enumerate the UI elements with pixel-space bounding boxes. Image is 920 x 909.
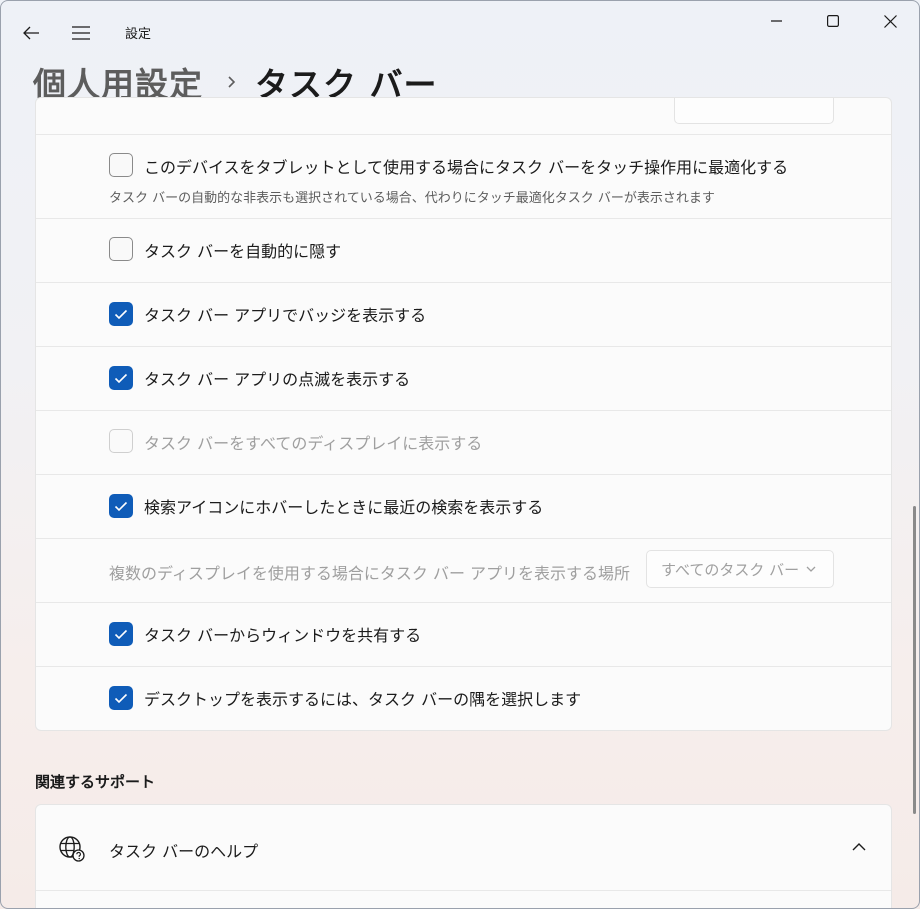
recent-searches-label: 検索アイコンにホバーしたときに最近の検索を表示する [144, 498, 544, 517]
previous-setting-dropdown[interactable] [674, 98, 834, 124]
maximize-icon [827, 15, 839, 27]
navigation-menu-button[interactable] [61, 13, 101, 53]
multi-display-dropdown: すべてのタスク バー [646, 550, 834, 588]
checkmark-icon [114, 309, 128, 319]
related-support-panel: タスク バーのヘルプ [35, 804, 892, 908]
breadcrumb-separator-icon [227, 74, 237, 90]
checkmark-icon [114, 693, 128, 703]
multi-display-label: 複数のディスプレイを使用する場合にタスク バー アプリを表示する場所 [109, 564, 631, 583]
setting-row-auto-hide: タスク バーを自動的に隠す [36, 218, 891, 283]
taskbar-behaviors-panel: このデバイスをタブレットとして使用する場合にタスク バーをタッチ操作用に最適化す… [35, 97, 892, 731]
setting-row-flashing: タスク バー アプリの点滅を表示する [36, 346, 891, 411]
tablet-optimize-checkbox[interactable] [109, 153, 133, 177]
chevron-up-icon[interactable] [851, 839, 867, 855]
setting-row-tablet-optimize: このデバイスをタブレットとして使用する場合にタスク バーをタッチ操作用に最適化す… [36, 134, 891, 219]
all-displays-checkbox [109, 429, 133, 453]
chevron-down-icon [806, 566, 816, 572]
close-icon [883, 14, 897, 28]
auto-hide-checkbox[interactable] [109, 237, 133, 261]
maximize-button[interactable] [805, 1, 861, 41]
badges-label: タスク バー アプリでバッジを表示する [144, 306, 427, 325]
setting-row-share-window: タスク バーからウィンドウを共有する [36, 602, 891, 667]
setting-row-all-displays: タスク バーをすべてのディスプレイに表示する [36, 410, 891, 475]
all-displays-label: タスク バーをすべてのディスプレイに表示する [144, 434, 483, 453]
tablet-optimize-description: タスク バーの自動的な非表示も選択されている場合、代わりにタッチ最適化タスク バ… [109, 191, 715, 206]
taskbar-help-label: タスク バーのヘルプ [109, 842, 259, 861]
show-desktop-label: デスクトップを表示するには、タスク バーの隅を選択します [144, 690, 582, 709]
title-bar: 設定 [1, 1, 919, 61]
flashing-checkbox[interactable] [109, 366, 133, 390]
setting-row-recent-searches: 検索アイコンにホバーしたときに最近の検索を表示する [36, 474, 891, 539]
app-title: 設定 [125, 27, 152, 42]
back-arrow-icon [23, 26, 39, 40]
checkmark-icon [114, 629, 128, 639]
badges-checkbox[interactable] [109, 302, 133, 326]
flashing-label: タスク バー アプリの点滅を表示する [144, 370, 411, 389]
setting-row-multi-display: 複数のディスプレイを使用する場合にタスク バー アプリを表示する場所 すべてのタ… [36, 538, 891, 603]
settings-window: 設定 個人用設定 タスク バー このデバイスをタブレットとして使用する場合にタス… [0, 0, 920, 909]
recent-searches-checkbox[interactable] [109, 494, 133, 518]
globe-help-icon [59, 836, 85, 862]
taskbar-help-expander[interactable]: タスク バーのヘルプ [36, 805, 891, 891]
close-button[interactable] [862, 1, 918, 41]
minimize-icon [771, 20, 782, 22]
checkmark-icon [114, 501, 128, 511]
minimize-button[interactable] [749, 1, 805, 41]
tablet-optimize-label: このデバイスをタブレットとして使用する場合にタスク バーをタッチ操作用に最適化す… [144, 158, 789, 177]
setting-row-show-desktop: デスクトップを表示するには、タスク バーの隅を選択します [36, 666, 891, 730]
scrollbar-thumb[interactable] [913, 506, 916, 814]
share-window-checkbox[interactable] [109, 622, 133, 646]
share-window-label: タスク バーからウィンドウを共有する [144, 626, 422, 645]
checkmark-icon [114, 373, 128, 383]
previous-setting-row [36, 98, 891, 135]
hamburger-icon [72, 26, 90, 40]
back-button[interactable] [11, 13, 51, 53]
show-desktop-checkbox[interactable] [109, 686, 133, 710]
related-support-heading: 関連するサポート [35, 773, 156, 791]
setting-row-badges: タスク バー アプリでバッジを表示する [36, 282, 891, 347]
auto-hide-label: タスク バーを自動的に隠す [144, 242, 342, 261]
multi-display-dropdown-value: すべてのタスク バー [661, 560, 800, 579]
